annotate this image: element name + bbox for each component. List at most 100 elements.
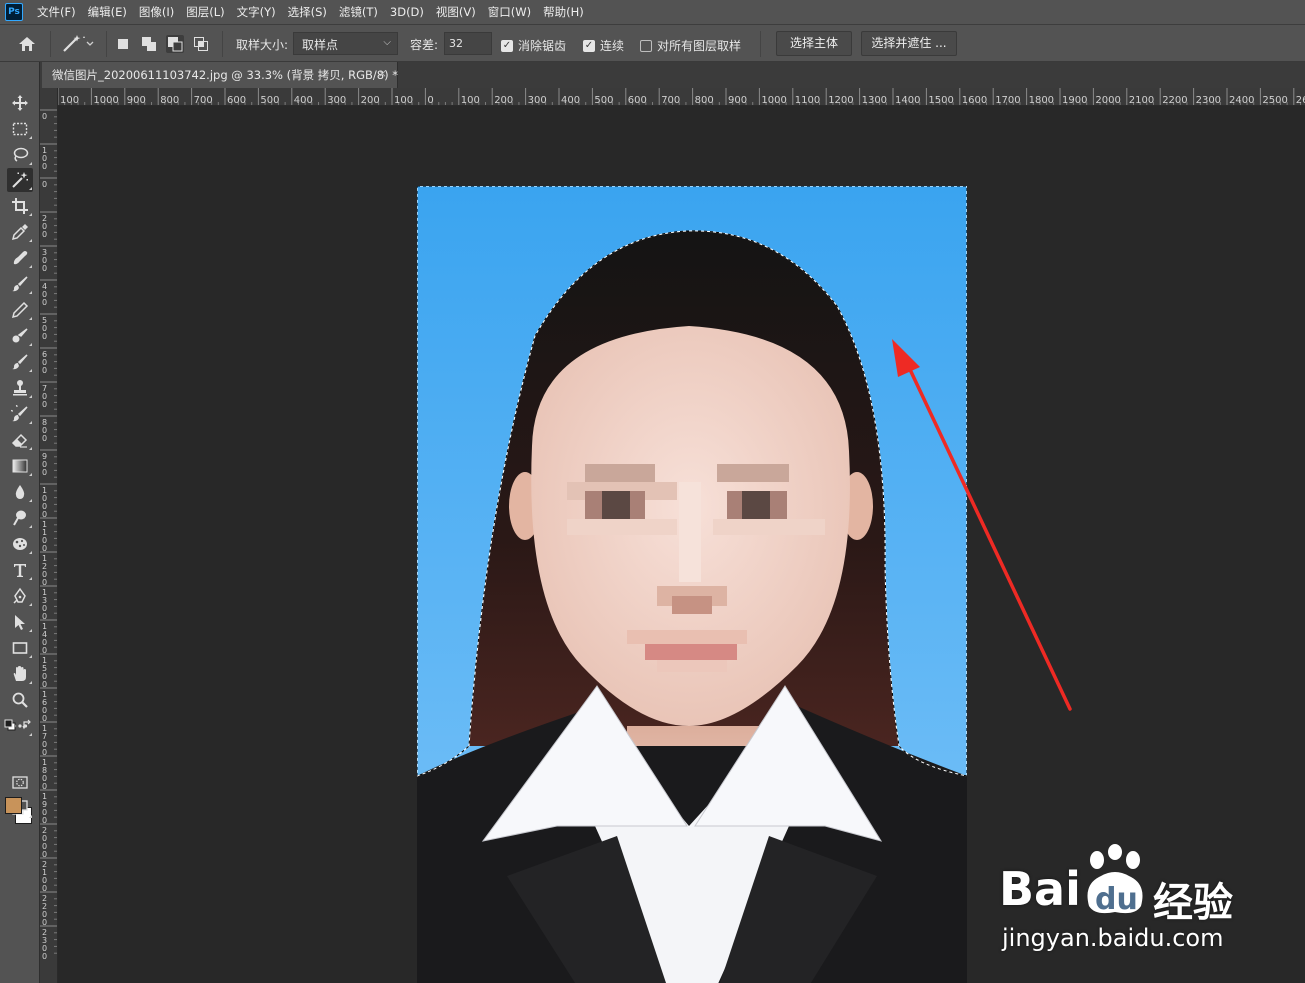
- swap-arrows-icon: [22, 719, 31, 730]
- crop-tool[interactable]: [7, 194, 33, 218]
- document-tab[interactable]: 微信图片_20200611103742.jpg @ 33.3% (背景 拷贝, …: [42, 62, 398, 88]
- select-subject-button[interactable]: 选择主体: [776, 31, 852, 56]
- zoom-tool[interactable]: [7, 688, 33, 712]
- ruler-origin[interactable]: [40, 88, 58, 106]
- magic-wand-tool[interactable]: [7, 168, 33, 192]
- mixer-brush-tool[interactable]: [7, 350, 33, 374]
- eraser-tool[interactable]: [7, 428, 33, 452]
- home-button[interactable]: [16, 34, 38, 54]
- brush-tool[interactable]: [7, 272, 33, 296]
- foreground-color-swatch[interactable]: [5, 797, 22, 814]
- options-bar: 取样大小: 取样点 ⌵ 容差: 32 ✓ 消除锯齿 ✓ 连续 对所有图层取样 选…: [0, 24, 1305, 62]
- hand-icon: [13, 666, 26, 681]
- sample-size-label: 取样大小:: [236, 38, 289, 52]
- healing-brush-tool[interactable]: [7, 246, 33, 270]
- history-brush-icon: [11, 405, 28, 422]
- stamp-icon: [13, 380, 27, 396]
- menu-window[interactable]: 窗口(W): [482, 0, 537, 24]
- menu-3d[interactable]: 3D(D): [384, 0, 430, 24]
- new-selection-button[interactable]: [114, 35, 132, 53]
- menu-help[interactable]: 帮助(H): [537, 0, 590, 24]
- sample-all-layers-checkbox[interactable]: 对所有图层取样: [640, 37, 741, 54]
- antialias-label: 消除锯齿: [518, 39, 567, 53]
- tolerance-input[interactable]: 32: [444, 32, 492, 55]
- sample-size-select[interactable]: 取样点 ⌵: [293, 32, 398, 55]
- checkbox-unchecked-icon: [640, 39, 652, 52]
- ruler-label: 1500: [928, 95, 953, 106]
- default-colors-icon: [4, 719, 16, 731]
- ruler-label: 900: [127, 95, 146, 106]
- pencil-icon: [11, 301, 29, 319]
- clone-brush-tool[interactable]: [7, 324, 33, 348]
- rectangle-tool[interactable]: [7, 636, 33, 660]
- subtract-from-selection-button[interactable]: [166, 35, 184, 53]
- watermark-du: du: [1095, 882, 1138, 917]
- ruler-label: 0: [42, 180, 47, 189]
- add-selection-icon: [142, 37, 156, 51]
- pencil-tool[interactable]: [7, 298, 33, 322]
- close-icon[interactable]: ×: [378, 67, 387, 80]
- ruler-label: 0: [42, 230, 47, 239]
- red-arrow: [892, 339, 1072, 711]
- subtract-selection-icon: [168, 37, 183, 52]
- new-selection-icon: [118, 39, 128, 49]
- ruler-label: 2100: [1129, 95, 1154, 106]
- horizontal-ruler[interactable]: 100 1000 900 800 700 600 500 400 300 200 100 0 100 20…: [40, 88, 1305, 106]
- brush-alt-icon: [12, 354, 28, 370]
- clone-stamp-tool[interactable]: [7, 376, 33, 400]
- type-tool[interactable]: [7, 558, 33, 582]
- hand-tool[interactable]: [7, 662, 33, 686]
- antialias-checkbox[interactable]: ✓ 消除锯齿: [501, 37, 566, 54]
- sponge-icon: [13, 538, 27, 550]
- menu-edit[interactable]: 编辑(E): [82, 0, 133, 24]
- blur-tool[interactable]: [7, 480, 33, 504]
- lasso-icon: [13, 147, 29, 162]
- dodge-tool[interactable]: [7, 506, 33, 530]
- vertical-ruler[interactable]: 0100020030040050060070080090010001100120…: [40, 106, 58, 983]
- brush-icon: [12, 276, 28, 292]
- tool-preset-picker[interactable]: [60, 33, 96, 55]
- ruler-label: 700: [661, 95, 680, 106]
- crop-icon: [12, 198, 28, 214]
- menu-file[interactable]: 文件(F): [31, 0, 82, 24]
- checkbox-checked-icon: ✓: [583, 39, 595, 52]
- menu-type[interactable]: 文字(Y): [231, 0, 282, 24]
- history-brush-tool[interactable]: [7, 402, 33, 426]
- ruler-label: 100: [394, 95, 413, 106]
- default-colors-button[interactable]: [4, 716, 16, 731]
- ruler-label: 100: [461, 95, 480, 106]
- move-tool[interactable]: [7, 91, 33, 115]
- move-icon: [12, 95, 28, 111]
- magic-wand-preset-icon: [63, 35, 94, 52]
- ruler-label: 600: [628, 95, 647, 106]
- menu-filter[interactable]: 滤镜(T): [333, 0, 384, 24]
- select-and-mask-button[interactable]: 选择并遮住 ...: [861, 31, 957, 56]
- ruler-label: 0: [42, 952, 47, 961]
- sponge-tool[interactable]: [7, 532, 33, 556]
- menu-image[interactable]: 图像(I): [133, 0, 180, 24]
- marquee-tool[interactable]: [7, 117, 33, 141]
- lasso-tool[interactable]: [7, 143, 33, 167]
- gradient-tool[interactable]: [7, 454, 33, 478]
- ruler-label: 1700: [995, 95, 1020, 106]
- ruler-label: 2400: [1229, 95, 1254, 106]
- document-tab-bar: ›› 微信图片_20200611103742.jpg @ 33.3% (背景 拷…: [0, 60, 1305, 88]
- add-to-selection-button[interactable]: [140, 35, 158, 53]
- ruler-label: 2200: [1162, 95, 1187, 106]
- intersect-selection-icon: [194, 37, 208, 51]
- path-selection-tool[interactable]: [7, 610, 33, 634]
- ruler-label: 200: [494, 95, 513, 106]
- menu-layer[interactable]: 图层(L): [180, 0, 230, 24]
- contiguous-checkbox[interactable]: ✓ 连续: [583, 37, 624, 54]
- menu-view[interactable]: 视图(V): [430, 0, 482, 24]
- eyedropper-tool[interactable]: [7, 220, 33, 244]
- quick-mask-button[interactable]: [7, 770, 33, 794]
- ruler-label: 400: [294, 95, 313, 106]
- sample-size-value: 取样点: [302, 38, 339, 52]
- intersect-selection-button[interactable]: [192, 35, 210, 53]
- menu-select[interactable]: 选择(S): [282, 0, 333, 24]
- zoom-icon: [12, 692, 28, 708]
- ruler-label: 0: [42, 298, 47, 307]
- swap-colors-button[interactable]: [22, 716, 34, 730]
- pen-tool[interactable]: [7, 584, 33, 608]
